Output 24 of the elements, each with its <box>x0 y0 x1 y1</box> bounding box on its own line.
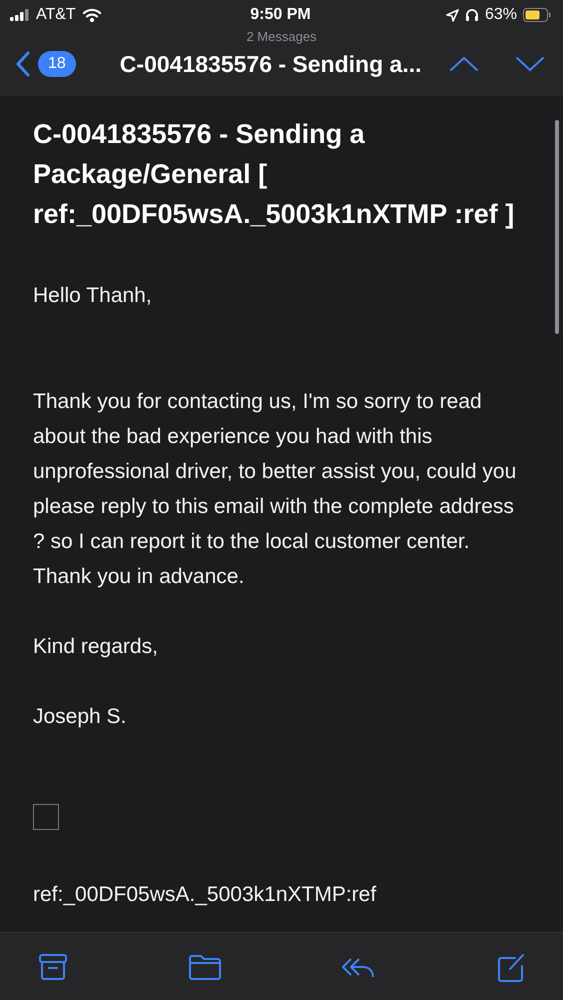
unread-count-badge: 18 <box>38 51 76 77</box>
email-subject: C-0041835576 - Sending a Package/General [ ref:_00DF05wsA._5003k1nXTMP :ref ] <box>33 118 516 231</box>
archive-icon[interactable] <box>38 953 68 981</box>
next-message-icon[interactable] <box>515 56 545 72</box>
carrier: AT&T <box>36 6 76 24</box>
clock-time: 9:50 PM <box>250 6 311 24</box>
back-button[interactable]: 18 <box>16 51 76 77</box>
headphones-icon <box>464 8 479 22</box>
message-body: Thank you for contacting us, I'm so sorry to read about the bad experience you had with this unprofessional driver, to better assist you, could you please reply to this email with the complete address ? so I can report it to the local customer center. Thank you in advance. <box>33 389 518 590</box>
closing: Kind regards, <box>33 634 159 660</box>
message-count: 2 Messages <box>245 30 318 44</box>
greeting: Hello Thanh, <box>33 283 153 309</box>
previous-message-icon[interactable] <box>449 56 479 72</box>
folder-icon[interactable] <box>188 953 222 981</box>
battery-icon <box>523 8 551 22</box>
wifi-icon <box>82 8 102 22</box>
signature: Joseph S. <box>33 704 128 730</box>
battery-percent: 63% <box>484 6 517 24</box>
signal-icon <box>10 9 30 21</box>
back-chevron-icon <box>16 51 30 77</box>
reference-code: ref:_00DF05wsA._5003k1nXTMP:ref <box>33 882 378 908</box>
image-placeholder <box>33 804 59 830</box>
location-icon <box>446 8 459 22</box>
nav-title: C-0041835576 - Sending a... <box>120 50 422 78</box>
